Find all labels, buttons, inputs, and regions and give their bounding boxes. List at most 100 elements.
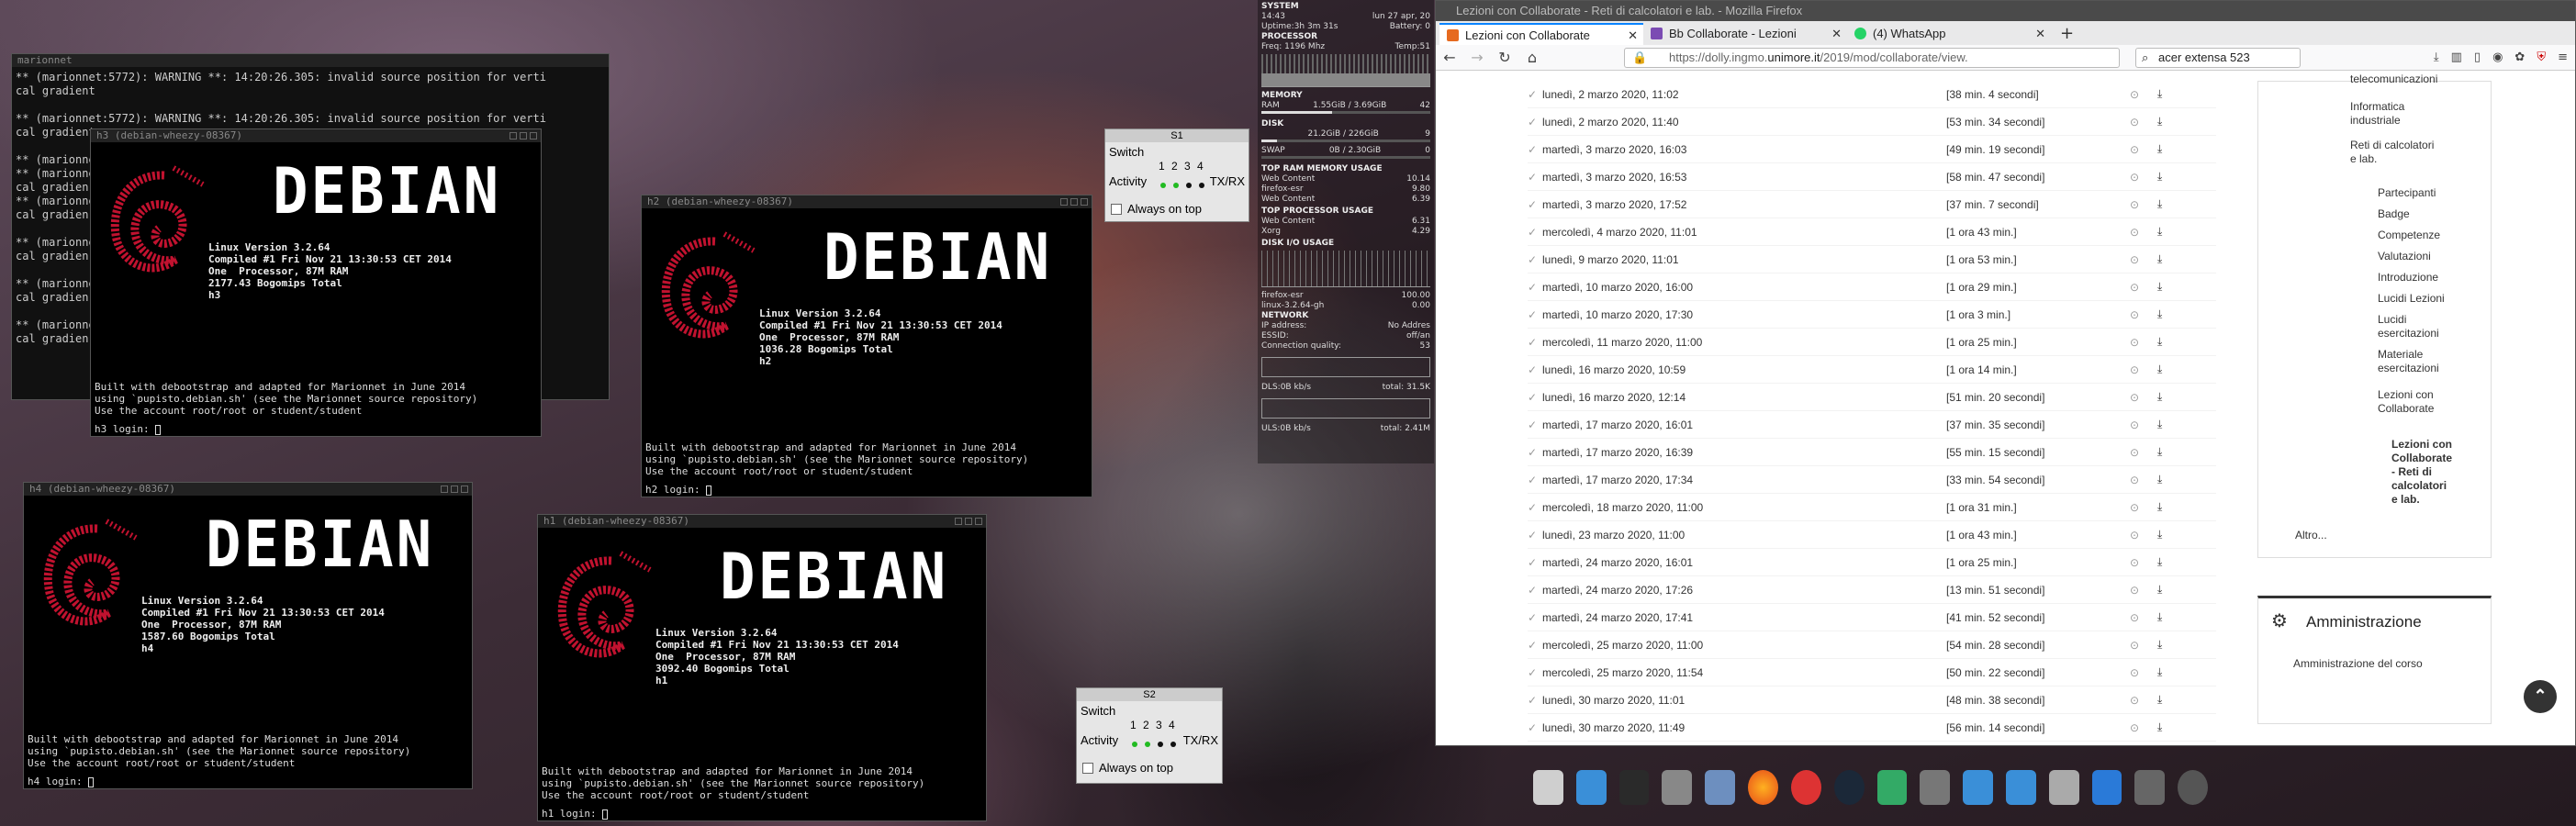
course-nav-item[interactable]: Badge xyxy=(2378,207,2470,221)
download-icon[interactable]: ⤓ xyxy=(2157,390,2162,404)
vm-console-1[interactable]: h3 (debian-wheezy-08367) DEBIAN Linux Vers… xyxy=(90,128,542,437)
window-buttons[interactable] xyxy=(1060,198,1088,206)
vm-console-4[interactable]: h1 (debian-wheezy-08367) DEBIAN Linux Vers… xyxy=(537,514,987,821)
login-prompt[interactable]: h4 login: xyxy=(28,776,95,787)
course-nav-item[interactable]: Reti di calcolatori e lab. xyxy=(2350,139,2442,166)
app2-icon[interactable] xyxy=(1876,770,1908,805)
always-on-top-checkbox[interactable]: Always on top xyxy=(1111,203,1202,215)
course-nav-item[interactable]: Lucidi Lezioni xyxy=(2378,292,2470,306)
play-icon[interactable]: ⊙ xyxy=(2130,474,2157,486)
play-icon[interactable]: ⊙ xyxy=(2130,501,2157,514)
admin-item[interactable]: Amministrazione del corso xyxy=(2293,657,2423,670)
download-icon[interactable]: ⤓ xyxy=(2157,583,2162,597)
play-icon[interactable]: ⊙ xyxy=(2130,584,2157,597)
play-icon[interactable]: ⊙ xyxy=(2130,611,2157,624)
download-icon[interactable]: ⤓ xyxy=(2157,280,2162,294)
window-buttons[interactable] xyxy=(441,486,468,493)
play-icon[interactable]: ⊙ xyxy=(2130,308,2157,321)
shield-icon[interactable]: ⛨ xyxy=(2537,50,2546,64)
window-buttons[interactable] xyxy=(510,132,537,140)
play-icon[interactable]: ⊙ xyxy=(2130,171,2157,184)
play-icon[interactable]: ⊙ xyxy=(2130,419,2157,431)
course-nav-item[interactable]: Valutazioni xyxy=(2378,250,2470,263)
close-icon[interactable]: ✕ xyxy=(1831,23,1842,45)
files-icon[interactable] xyxy=(1533,770,1563,805)
app-icon[interactable] xyxy=(1705,770,1736,805)
course-nav-item[interactable]: Informatica industriale xyxy=(2350,100,2442,128)
download-icon[interactable]: ⤓ xyxy=(2157,720,2162,734)
download-icon[interactable]: ⤓ xyxy=(2157,500,2162,514)
play-icon[interactable]: ⊙ xyxy=(2130,721,2157,734)
download-icon[interactable]: ⤓ xyxy=(2157,87,2162,101)
url-bar[interactable]: 🔒 https://dolly.ingmo.unimore.it/2019/mod… xyxy=(1624,48,2120,68)
download-icon[interactable]: ⤓ xyxy=(2157,252,2162,266)
play-icon[interactable]: ⊙ xyxy=(2130,666,2157,679)
library-icon[interactable]: ▥ xyxy=(2451,50,2462,64)
login-prompt[interactable]: h2 login: xyxy=(645,484,712,496)
sidebar-icon[interactable]: ▯ xyxy=(2474,50,2481,64)
download-icon[interactable]: ⤓ xyxy=(2157,418,2162,431)
course-nav-item[interactable]: Altro... xyxy=(2295,529,2387,542)
download-icon[interactable]: ⤓ xyxy=(2157,170,2162,184)
firefox-window[interactable]: Lezioni con Collaborate - Reti di calcol… xyxy=(1435,0,2576,746)
play-icon[interactable]: ⊙ xyxy=(2130,529,2157,541)
download-icon[interactable]: ⤓ xyxy=(2434,50,2439,64)
play-icon[interactable]: ⊙ xyxy=(2130,336,2157,349)
play-icon[interactable]: ⊙ xyxy=(2130,116,2157,128)
download-icon[interactable]: ⤓ xyxy=(2157,665,2162,679)
tab-whatsapp[interactable]: (4) WhatsApp ✕ xyxy=(1847,23,2051,45)
course-nav-item[interactable]: telecomunicazioni xyxy=(2350,73,2442,86)
play-icon[interactable]: ⊙ xyxy=(2130,198,2157,211)
tab-lezioni[interactable]: Lezioni con Collaborate ✕ xyxy=(1439,23,1643,45)
download-icon[interactable]: ⤓ xyxy=(2157,610,2162,624)
home-icon[interactable]: ⌂ xyxy=(1518,49,1546,66)
folder-icon[interactable] xyxy=(1575,770,1607,805)
terminal-icon[interactable] xyxy=(1618,770,1650,805)
search-box[interactable]: ⌕ acer extensa 523 xyxy=(2135,48,2301,68)
play-icon[interactable]: ⊙ xyxy=(2130,281,2157,294)
window-buttons[interactable] xyxy=(955,518,982,525)
music-icon[interactable] xyxy=(1790,770,1821,805)
play-icon[interactable]: ⊙ xyxy=(2130,694,2157,707)
login-prompt[interactable]: h3 login: xyxy=(95,423,162,435)
download-icon[interactable]: ⤓ xyxy=(2157,473,2162,486)
play-icon[interactable]: ⊙ xyxy=(2130,253,2157,266)
printer-icon[interactable] xyxy=(2048,770,2079,805)
download-icon[interactable]: ⤓ xyxy=(2157,363,2162,376)
switch-widget-1[interactable]: S1 Switch 1 2 3 4 Activity TX/RX Always on to… xyxy=(1104,128,1249,222)
download-icon[interactable]: ⤓ xyxy=(2157,528,2162,541)
scroll-top-button[interactable]: ⌃ xyxy=(2524,680,2557,713)
play-icon[interactable]: ⊙ xyxy=(2130,391,2157,404)
folder2-icon[interactable] xyxy=(2005,770,2036,805)
login-prompt[interactable]: h1 login: xyxy=(542,808,609,820)
app3-icon[interactable] xyxy=(1920,770,1951,805)
course-nav-item[interactable]: Lezioni con Collaborate xyxy=(2378,388,2470,416)
download-icon[interactable]: ⤓ xyxy=(2157,142,2162,156)
vm-console-3[interactable]: h4 (debian-wheezy-08367) DEBIAN Linux Vers… xyxy=(23,482,473,789)
play-icon[interactable]: ⊙ xyxy=(2130,143,2157,156)
download-icon[interactable]: ⤓ xyxy=(2157,197,2162,211)
course-nav-item[interactable]: Competenze xyxy=(2378,229,2470,242)
tab-collaborate[interactable]: Bb Collaborate - Lezioni ✕ xyxy=(1643,23,1847,45)
steam-icon[interactable] xyxy=(1833,770,1865,805)
download-icon[interactable]: ⤓ xyxy=(2157,307,2162,321)
audio-icon[interactable] xyxy=(2091,770,2122,805)
account-icon[interactable]: ◉ xyxy=(2492,50,2503,64)
extension-icon[interactable]: ✿ xyxy=(2514,50,2525,64)
course-nav-item[interactable]: Lucidi esercitazioni xyxy=(2378,313,2470,340)
firefox-icon[interactable] xyxy=(1748,770,1778,805)
download-icon[interactable]: ⤓ xyxy=(2157,638,2162,652)
vm-console-2[interactable]: h2 (debian-wheezy-08367) DEBIAN Linux Vers… xyxy=(641,195,1092,497)
download-icon[interactable]: ⤓ xyxy=(2157,335,2162,349)
course-nav-item[interactable]: Partecipanti xyxy=(2378,186,2470,200)
download-icon[interactable]: ⤓ xyxy=(2157,693,2162,707)
play-icon[interactable]: ⊙ xyxy=(2130,226,2157,239)
play-icon[interactable]: ⊙ xyxy=(2130,639,2157,652)
course-nav-item[interactable]: Introduzione xyxy=(2378,271,2470,285)
close-icon[interactable]: ✕ xyxy=(1628,25,1638,45)
download-icon[interactable]: ⤓ xyxy=(2157,115,2162,128)
switch-widget-2[interactable]: S2 Switch 1 2 3 4 Activity TX/RX Always on to… xyxy=(1076,687,1223,784)
reload-icon[interactable]: ↻ xyxy=(1491,49,1518,66)
play-icon[interactable]: ⊙ xyxy=(2130,446,2157,459)
play-icon[interactable]: ⊙ xyxy=(2130,363,2157,376)
